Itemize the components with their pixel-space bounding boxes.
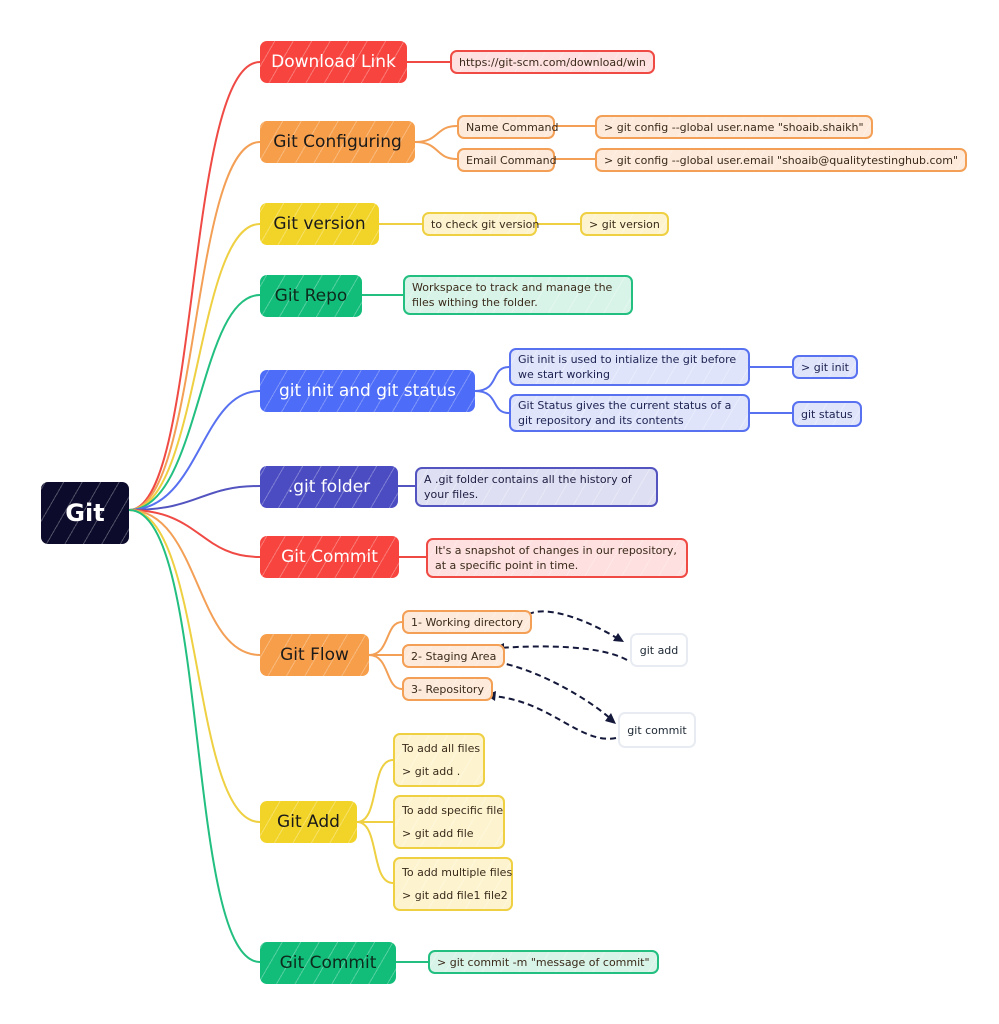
link-version [128,223,261,511]
leaf-config-email-cmd[interactable]: > git config --global user.email "shoaib… [595,148,968,172]
annotation-git-add[interactable]: git add [630,633,688,667]
branch-git-commit-command[interactable]: Git Commit [260,942,396,984]
link-gitfolder [128,485,261,511]
branch-git-add[interactable]: Git Add [260,801,357,843]
leaf-add-multiple[interactable]: To add multiple files > git add file1 fil… [393,857,513,911]
leaf-title: To add multiple files [402,866,513,879]
leaf-config-name-cmd[interactable]: > git config --global user.name "shoaib.… [595,115,873,139]
leaf-commit-cmd[interactable]: > git commit -m "message of commit" [428,950,659,974]
link-add [128,509,261,823]
leaf-download-url[interactable]: https://git-scm.com/download/win [450,50,655,74]
leaf-title: To add all files [402,742,481,755]
branch-git-configuring[interactable]: Git Configuring [260,121,415,163]
leaf-text: A .git folder contains all the history o… [424,473,632,501]
leaf-repo-description[interactable]: Workspace to track and manage the files … [403,275,633,315]
leaf-staging-area[interactable]: 2- Staging Area [402,644,506,668]
leaf-gitfolder-description[interactable]: A .git folder contains all the history o… [415,467,658,507]
leaf-command: > git add file1 file2 [402,889,508,902]
leaf-text: 3- Repository [411,682,484,696]
annotation-git-commit[interactable]: git commit [618,712,696,748]
leaf-status-description[interactable]: Git Status gives the current status of a… [509,394,750,432]
leaf-check-version[interactable]: to check git version [422,212,540,236]
branch-git-init-status[interactable]: git init and git status [260,370,475,412]
arrow-working-to-gitadd [521,610,621,641]
branch-git-folder[interactable]: .git folder [260,466,398,508]
leaf-text: Name Command [466,120,559,134]
leaf-text: > git version [589,217,660,231]
link-init [128,390,261,511]
arrow-staging-to-gitcommit [496,661,613,721]
branch-label: .git folder [287,477,371,497]
arrow-gitadd-to-staging [499,645,628,661]
leaf-text: https://git-scm.com/download/win [459,55,646,69]
leaf-text: Email Command [466,153,557,167]
branch-git-commit[interactable]: Git Commit [260,536,399,578]
branch-label: Git Flow [280,645,349,665]
leaf-repository[interactable]: 3- Repository [402,677,493,701]
root-node-git[interactable]: Git [41,482,129,544]
leaf-text: 2- Staging Area [411,649,497,663]
leaf-text: Git Status gives the current status of a… [518,399,732,427]
leaf-text: > git init [801,360,849,374]
branch-label: Download Link [271,52,396,72]
leaf-command: > git add . [402,765,461,778]
leaf-title: To add specific file [402,804,504,817]
link-flow [128,509,261,656]
link-commit1 [128,509,261,558]
link-config [128,141,261,511]
branch-label: git init and git status [278,381,457,401]
branch-download-link[interactable]: Download Link [260,41,407,83]
leaf-text: It's a snapshot of changes in our reposi… [435,544,677,572]
annotation-text: git add [639,643,679,657]
leaf-text: > git config --global user.name "shoaib.… [604,120,864,134]
leaf-text: to check git version [431,217,540,231]
link-download [128,61,261,511]
branch-git-flow[interactable]: Git Flow [260,634,369,676]
link-repo [128,294,261,511]
root-label: Git [65,499,105,527]
branch-git-version[interactable]: Git version [260,203,379,245]
branch-label: Git Commit [281,547,378,567]
leaf-text: > git config --global user.email "shoaib… [604,153,959,167]
leaf-text: Workspace to track and manage the files … [412,281,613,309]
arrow-gitcommit-to-repo [490,695,617,740]
leaf-name-command[interactable]: Name Command [457,115,559,139]
branch-label: Git version [273,214,366,234]
leaf-version-cmd[interactable]: > git version [580,212,669,236]
branch-git-repo[interactable]: Git Repo [260,275,362,317]
leaf-text: git status [801,407,853,421]
leaf-text: 1- Working directory [411,615,524,629]
leaf-text: Git init is used to intialize the git be… [518,353,737,381]
leaf-commit-description[interactable]: It's a snapshot of changes in our reposi… [426,538,688,578]
branch-label: Git Add [277,812,340,832]
leaf-add-all[interactable]: To add all files > git add . [393,733,485,787]
leaf-init-cmd[interactable]: > git init [792,355,858,379]
leaf-command: > git add file [402,827,474,840]
leaf-email-command[interactable]: Email Command [457,148,557,172]
link-commit2 [128,509,261,963]
branch-label: Git Configuring [273,132,402,152]
branch-label: Git Commit [279,953,377,973]
leaf-status-cmd[interactable]: git status [792,401,862,427]
leaf-init-description[interactable]: Git init is used to intialize the git be… [509,348,750,386]
leaf-working-directory[interactable]: 1- Working directory [402,610,533,634]
leaf-text: > git commit -m "message of commit" [437,955,650,969]
annotation-text: git commit [627,723,687,737]
branch-label: Git Repo [274,286,348,306]
leaf-add-specific[interactable]: To add specific file > git add file [393,795,505,849]
